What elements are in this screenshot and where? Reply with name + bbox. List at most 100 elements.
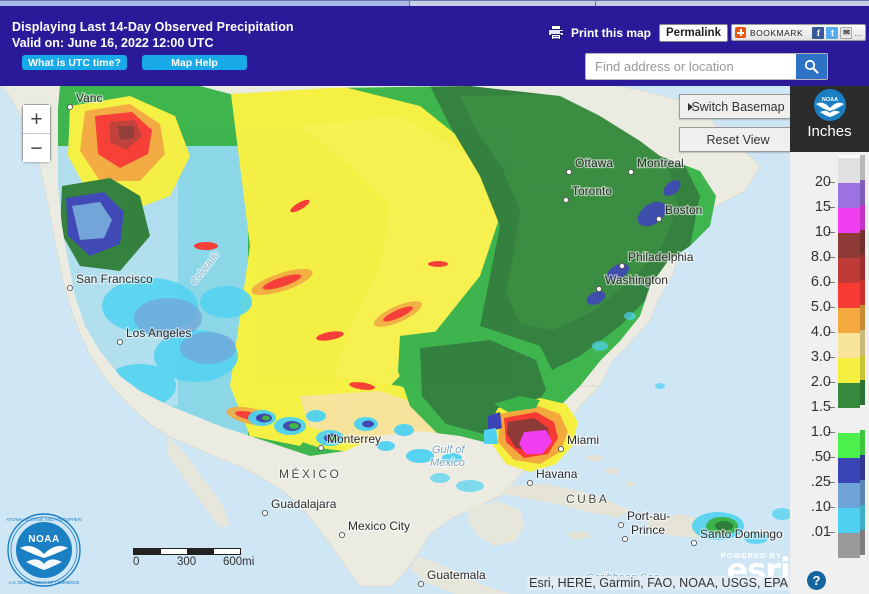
legend-swatch-side	[860, 155, 865, 180]
legend-swatch	[838, 255, 865, 283]
map-label: Mexico City	[348, 519, 410, 533]
city-marker	[565, 168, 573, 176]
legend-swatch	[838, 180, 865, 208]
reset-view-button[interactable]: Reset View	[679, 127, 797, 152]
search-box	[585, 53, 828, 80]
map-label: Philadelphia	[628, 250, 694, 264]
map-label: Miami	[567, 433, 599, 447]
zoom-out-button[interactable]: −	[23, 134, 50, 162]
map-label: Guadalajara	[271, 497, 337, 511]
map-label: Washington	[605, 273, 668, 287]
zoom-controls: + −	[22, 104, 51, 162]
legend-tick-label: 3.0	[810, 349, 831, 365]
legend-swatch	[838, 505, 865, 533]
legend-swatch	[838, 305, 865, 333]
legend-swatch-side	[860, 205, 865, 230]
legend-swatch-side	[860, 505, 865, 530]
reset-view-label: Reset View	[706, 132, 770, 147]
switch-basemap-button[interactable]: Switch Basemap	[679, 94, 797, 119]
legend-help-button[interactable]: ?	[807, 571, 826, 590]
map-label: Toronto	[572, 184, 612, 198]
city-marker	[627, 168, 635, 176]
legend-color-ramp	[838, 155, 865, 558]
page-header: Displaying Last 14-Day Observed Precipit…	[0, 6, 869, 86]
map-label: Los Angeles	[126, 326, 191, 340]
permalink-button[interactable]: Permalink	[659, 24, 728, 42]
city-marker	[655, 215, 663, 223]
legend-tick-label: 1.5	[810, 399, 831, 415]
svg-text:NOAA: NOAA	[28, 534, 59, 545]
legend-swatch-side	[860, 255, 865, 280]
noaa-logo-icon: NOAA	[813, 88, 847, 122]
bookmark-label: BOOKMARK	[750, 27, 804, 38]
map-label: MÉXICO	[279, 466, 341, 481]
map-label: Mexico	[430, 457, 465, 469]
scale-bar: 0 300 600mi	[133, 548, 254, 570]
city-marker	[618, 262, 626, 270]
legend-colorbar: 20 15 10 8.0 6.0 5.0 4.0 3.0 2.0 1.5 1.0 .50 .25 .10.…	[790, 152, 869, 594]
legend-tick-label: 20	[814, 174, 831, 190]
city-marker	[526, 479, 534, 487]
legend-tick-label: .50	[810, 449, 831, 465]
legend-tick-label: .25	[810, 474, 831, 490]
map-label: Guatemala	[427, 568, 486, 582]
legend-swatch	[838, 530, 865, 558]
map-label: Ottawa	[575, 156, 613, 170]
facebook-icon[interactable]: f	[812, 26, 825, 39]
city-marker	[261, 509, 269, 517]
noaa-seal-logo: NATIONAL OCEANIC AND ATMOSPHERIC U.S. DE…	[3, 512, 85, 588]
map-label: San Francisco	[76, 272, 153, 286]
map-attribution: Esri, HERE, Garmin, FAO, NOAA, USGS, EPA	[527, 576, 790, 590]
legend-tick-label: 1.0	[810, 424, 831, 440]
map-labels-layer: Vanc San Francisco Los Angeles Colorado Otta…	[66, 90, 784, 588]
scale-bar-graphic	[133, 548, 241, 555]
add-bookmark-icon	[735, 27, 746, 38]
legend-swatch	[838, 330, 865, 358]
legend-tick-label: .01	[810, 524, 831, 540]
legend-swatch-side	[860, 455, 865, 480]
twitter-icon[interactable]: t	[826, 26, 839, 39]
city-marker	[595, 285, 603, 293]
map-canvas: Vanc San Francisco Los Angeles Colorado Otta…	[0, 86, 869, 594]
legend-swatch	[838, 380, 865, 408]
legend-tick-label: 15	[814, 199, 831, 215]
map-label: Havana	[536, 467, 578, 481]
printer-icon	[548, 25, 565, 40]
map-label: Boston	[665, 203, 702, 217]
scale-label-0: 0	[133, 556, 140, 568]
bookmark-widget[interactable]: BOOKMARK f t ✉ ...	[731, 24, 866, 41]
scale-bar-labels: 0 300 600mi	[133, 556, 254, 570]
print-this-map-button[interactable]: Print this map	[548, 25, 651, 40]
print-this-map-label: Print this map	[571, 25, 652, 40]
email-icon[interactable]: ✉	[840, 26, 853, 39]
legend-title: Inches	[807, 123, 852, 140]
valid-time-label: Valid on: June 16, 2022 12:00 UTC	[12, 36, 214, 50]
legend-swatch	[838, 430, 865, 458]
what-is-utc-time-button[interactable]: What is UTC time?	[22, 55, 127, 70]
legend-swatch-side	[860, 355, 865, 380]
city-marker	[116, 338, 124, 346]
search-button[interactable]	[796, 54, 827, 79]
legend-swatch-side	[860, 230, 865, 255]
scale-label-600: 600mi	[223, 556, 255, 568]
legend-swatch-side	[860, 430, 865, 455]
share-icons: f t ✉ ...	[812, 26, 862, 39]
search-input[interactable]	[586, 54, 798, 79]
city-marker	[690, 539, 698, 547]
city-marker	[617, 521, 625, 529]
legend-swatch	[838, 355, 865, 383]
legend-tick-label: 4.0	[810, 324, 831, 340]
legend-swatch-side	[860, 480, 865, 505]
scale-label-300: 300	[177, 556, 197, 568]
map-help-button[interactable]: Map Help	[142, 55, 247, 70]
legend-tick-label: 10	[814, 224, 831, 240]
legend-swatch-top	[838, 155, 860, 158]
legend-swatch-side	[860, 180, 865, 205]
more-icon[interactable]: ...	[854, 28, 862, 38]
map-viewport[interactable]: Vanc San Francisco Los Angeles Colorado Otta…	[0, 86, 869, 594]
map-label: Port-au-	[627, 509, 670, 523]
zoom-in-button[interactable]: +	[23, 105, 50, 133]
legend-swatch-side	[860, 405, 865, 430]
legend-swatch	[838, 230, 865, 258]
map-label: Vanc	[76, 91, 102, 105]
